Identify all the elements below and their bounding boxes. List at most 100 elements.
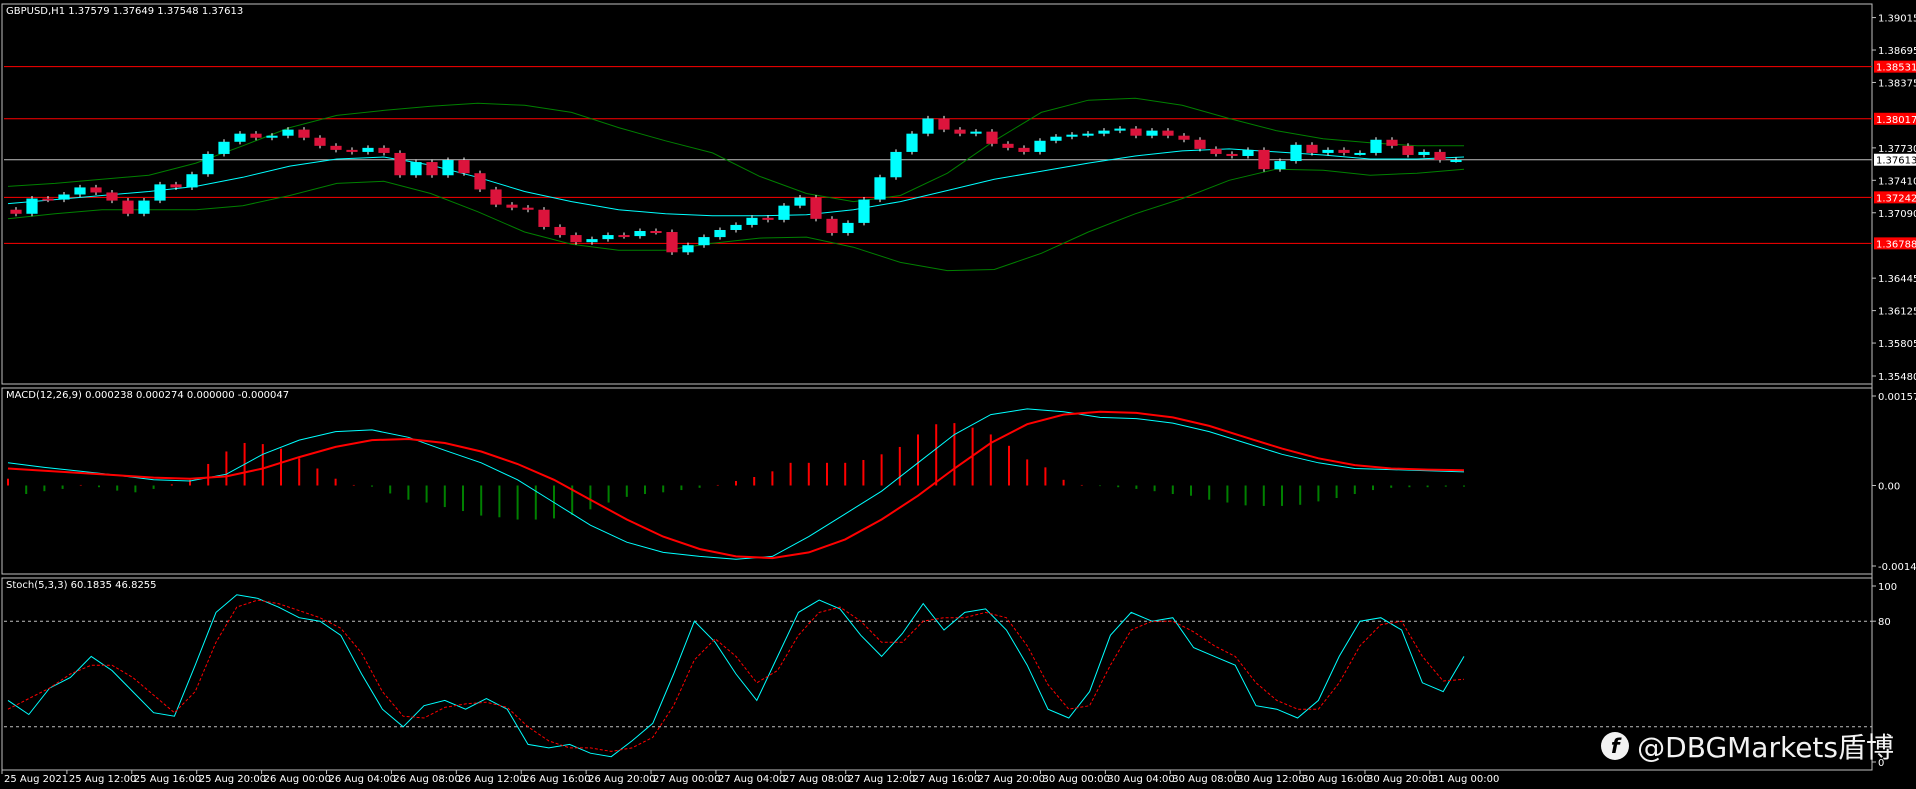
time-axis-label: 27 Aug 16:00 xyxy=(913,774,980,785)
candle-body xyxy=(874,177,886,200)
candle-body xyxy=(538,209,550,227)
watermark-text: @DBGMarkets盾博 xyxy=(1637,731,1894,764)
candle-body xyxy=(330,145,342,150)
price-axis-label: 1.39015 xyxy=(1878,14,1916,25)
candle-body xyxy=(858,199,870,223)
candle-body xyxy=(618,235,630,238)
candle-body xyxy=(314,137,326,146)
candle-body xyxy=(1210,148,1222,154)
candle-body xyxy=(778,205,790,220)
macd-axis-label: 0.001578 xyxy=(1878,392,1916,403)
candle-body xyxy=(1434,151,1446,161)
candle-body xyxy=(1354,152,1366,155)
candle-body xyxy=(1066,134,1078,137)
candle-body xyxy=(554,226,566,236)
candle-body xyxy=(1002,143,1014,148)
time-axis-label: 30 Aug 20:00 xyxy=(1367,774,1434,785)
candle-body xyxy=(1226,153,1238,156)
candle-body xyxy=(74,187,86,195)
price-axis-label: 1.37730 xyxy=(1878,144,1916,155)
candle-body xyxy=(698,237,710,246)
candle-body xyxy=(922,118,934,134)
candle-body xyxy=(1290,144,1302,162)
bollinger-lower xyxy=(7,168,1465,272)
candle-body xyxy=(346,149,358,152)
time-axis-label: 25 Aug 2021 xyxy=(4,774,68,785)
level-price-label: 1.38017 xyxy=(1876,115,1916,126)
candle-body xyxy=(1130,128,1142,136)
candle-body xyxy=(410,162,422,176)
level-price-label: 1.36788 xyxy=(1876,239,1916,250)
candle-body xyxy=(170,184,182,188)
price-axis-label: 1.38695 xyxy=(1878,46,1916,57)
level-price-label: 1.37242 xyxy=(1876,193,1916,204)
candle-body xyxy=(122,200,134,214)
candle-body xyxy=(474,173,486,190)
candle-body xyxy=(650,231,662,234)
candle-body xyxy=(906,133,918,152)
price-axis-label: 1.35805 xyxy=(1878,339,1916,350)
stoch-d-line xyxy=(7,599,1465,752)
price-axis-label: 1.37090 xyxy=(1878,209,1916,220)
time-axis-label: 30 Aug 08:00 xyxy=(1172,774,1239,785)
candle-body xyxy=(842,222,854,234)
candle-body xyxy=(378,147,390,153)
macd-axis-label: -0.001419 xyxy=(1878,562,1916,573)
watermark: f @DBGMarkets盾博 xyxy=(1601,726,1894,766)
candle-body xyxy=(506,204,518,208)
stoch-title: Stoch(5,3,3) 60.1835 46.8255 xyxy=(6,580,157,591)
candle-body xyxy=(522,207,534,210)
time-axis-label: 25 Aug 16:00 xyxy=(134,774,201,785)
bollinger-ma xyxy=(7,148,1465,217)
candle-body xyxy=(90,187,102,193)
time-axis-label: 27 Aug 20:00 xyxy=(978,774,1045,785)
candle-body xyxy=(586,239,598,243)
candle-body xyxy=(1018,147,1030,152)
candle-body xyxy=(1146,130,1158,136)
candle-body xyxy=(1082,133,1094,136)
candle-body xyxy=(890,151,902,178)
candle-body xyxy=(1050,136,1062,141)
candle-body xyxy=(634,231,646,237)
candle-body xyxy=(826,218,838,234)
time-axis-label: 31 Aug 00:00 xyxy=(1432,774,1499,785)
candle-body xyxy=(1306,144,1318,153)
time-axis-label: 30 Aug 16:00 xyxy=(1302,774,1369,785)
candle-body xyxy=(1194,139,1206,149)
candle-body xyxy=(202,153,214,175)
candle-body xyxy=(1338,149,1350,153)
candle-body xyxy=(362,147,374,152)
brand-logo-icon: f xyxy=(1601,732,1630,760)
time-axis-label: 27 Aug 00:00 xyxy=(653,774,720,785)
candle-body xyxy=(442,160,454,176)
candle-body xyxy=(426,162,438,176)
price-axis-label: 1.37410 xyxy=(1878,176,1916,187)
panel-border-3 xyxy=(1,577,1873,771)
candle-body xyxy=(138,200,150,214)
candle-body xyxy=(1034,140,1046,152)
price-axis-label: 1.35480 xyxy=(1878,372,1916,383)
price-axis-label: 1.36445 xyxy=(1878,274,1916,285)
candle-body xyxy=(762,217,774,220)
candle-body xyxy=(58,194,70,200)
candle-body xyxy=(954,129,966,134)
candle-body xyxy=(746,217,758,225)
time-axis-label: 26 Aug 20:00 xyxy=(588,774,655,785)
candle-body xyxy=(10,209,22,214)
time-axis-label: 26 Aug 00:00 xyxy=(264,774,331,785)
level-price-label: 1.38531 xyxy=(1876,63,1916,74)
time-axis-label: 26 Aug 12:00 xyxy=(458,774,525,785)
candle-body xyxy=(106,192,118,201)
stoch-axis-label: 100 xyxy=(1878,582,1897,593)
candle-body xyxy=(298,129,310,138)
time-axis-label: 25 Aug 12:00 xyxy=(69,774,136,785)
price-chart-title: GBPUSD,H1 1.37579 1.37649 1.37548 1.3761… xyxy=(6,6,243,17)
chart-canvas: GBPUSD,H1 1.37579 1.37649 1.37548 1.3761… xyxy=(1,3,1916,785)
candle-body xyxy=(1386,139,1398,146)
candle-body xyxy=(1450,160,1462,163)
time-axis-label: 26 Aug 04:00 xyxy=(329,774,396,785)
candle-body xyxy=(1178,135,1190,140)
macd-axis-label: 0.00 xyxy=(1878,482,1900,493)
time-axis-label: 30 Aug 00:00 xyxy=(1042,774,1109,785)
candle-body xyxy=(682,245,694,253)
